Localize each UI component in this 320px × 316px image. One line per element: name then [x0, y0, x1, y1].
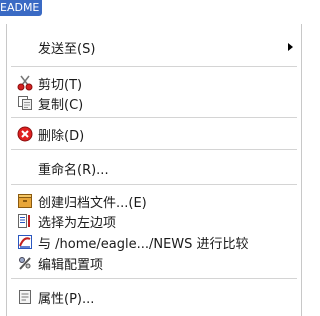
delete-label: 删除(D) — [38, 128, 85, 144]
select-left-label: 选择为左边项 — [38, 215, 117, 231]
copy-icon — [17, 95, 33, 111]
menu-item-rename[interactable]: 重命名(R)... — [7, 157, 301, 179]
create-archive-label: 创建归档文件...(E) — [38, 195, 147, 211]
menu-item-copy[interactable]: 复制(C) — [7, 92, 301, 114]
delete-icon — [17, 126, 33, 142]
separator — [11, 278, 297, 279]
separator — [11, 117, 297, 118]
menu-item-create-archive[interactable]: 创建归档文件...(E) — [7, 190, 301, 212]
compare-icon — [17, 234, 33, 250]
compare-with-label: 与 /home/eagle.../NEWS 进行比较 — [38, 236, 249, 252]
menu-item-cut[interactable]: 剪切(T) — [7, 72, 301, 94]
send-to-label: 发送至(S) — [38, 41, 96, 57]
separator — [11, 66, 297, 67]
edit-config-label: 编辑配置项 — [38, 257, 104, 273]
separator — [11, 184, 297, 185]
edit-config-icon — [17, 255, 33, 271]
menu-item-compare-with[interactable]: 与 /home/eagle.../NEWS 进行比较 — [7, 231, 301, 253]
context-menu: 发送至(S) 剪切(T) 复制(C) 删除(D) 重命名(R)... 创建归档文… — [6, 24, 302, 316]
copy-label: 复制(C) — [38, 97, 84, 113]
compare-select-icon — [17, 213, 33, 229]
properties-label: 属性(P)... — [38, 291, 95, 307]
menu-item-send-to[interactable]: 发送至(S) — [7, 36, 301, 58]
menu-item-properties[interactable]: 属性(P)... — [7, 286, 301, 308]
menu-item-delete[interactable]: 删除(D) — [7, 123, 301, 145]
scissors-icon — [17, 75, 33, 91]
separator — [11, 149, 297, 150]
rename-label: 重命名(R)... — [38, 162, 109, 178]
file-label-tab: EADME — [0, 0, 43, 16]
archive-icon — [17, 193, 33, 209]
properties-icon — [17, 289, 33, 305]
cut-label: 剪切(T) — [38, 77, 83, 93]
menu-item-select-left[interactable]: 选择为左边项 — [7, 210, 301, 232]
submenu-arrow-icon — [288, 43, 293, 51]
menu-item-edit-config[interactable]: 编辑配置项 — [7, 252, 301, 274]
